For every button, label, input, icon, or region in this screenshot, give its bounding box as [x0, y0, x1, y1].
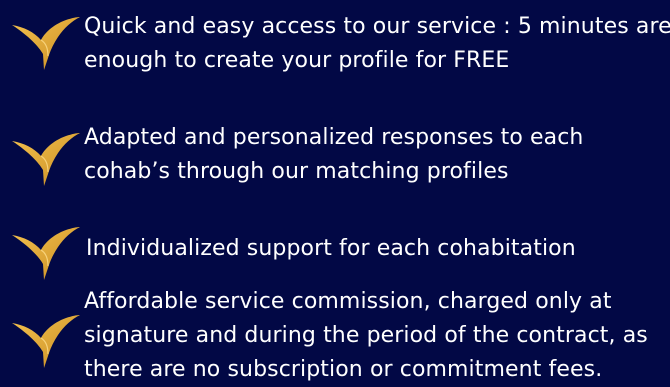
golden-hummingbird-icon	[12, 227, 80, 280]
feature-text-line: Individualized support for each cohabita…	[86, 236, 576, 261]
feature-text-line: enough to create your profile for FREE	[84, 48, 510, 73]
feature-text-line: signature and during the period of the c…	[84, 323, 648, 348]
feature-text: Affordable service commission, charged o…	[84, 285, 666, 387]
feature-text-line: there are no subscription or commitment …	[84, 357, 603, 382]
feature-text: Adapted and personalized responses to ea…	[84, 121, 666, 189]
feature-text: Individualized support for each cohabita…	[86, 232, 668, 266]
golden-hummingbird-icon	[12, 133, 80, 186]
feature-text-line: Affordable service commission, charged o…	[84, 289, 612, 314]
feature-text-line: Quick and easy access to our service : 5…	[84, 14, 670, 39]
golden-hummingbird-icon	[12, 315, 80, 368]
feature-text-line: cohab’s through our matching profiles	[84, 159, 509, 184]
feature-text-line: Adapted and personalized responses to ea…	[84, 125, 584, 150]
golden-hummingbird-icon	[12, 17, 80, 70]
feature-text: Quick and easy access to our service : 5…	[84, 10, 670, 78]
